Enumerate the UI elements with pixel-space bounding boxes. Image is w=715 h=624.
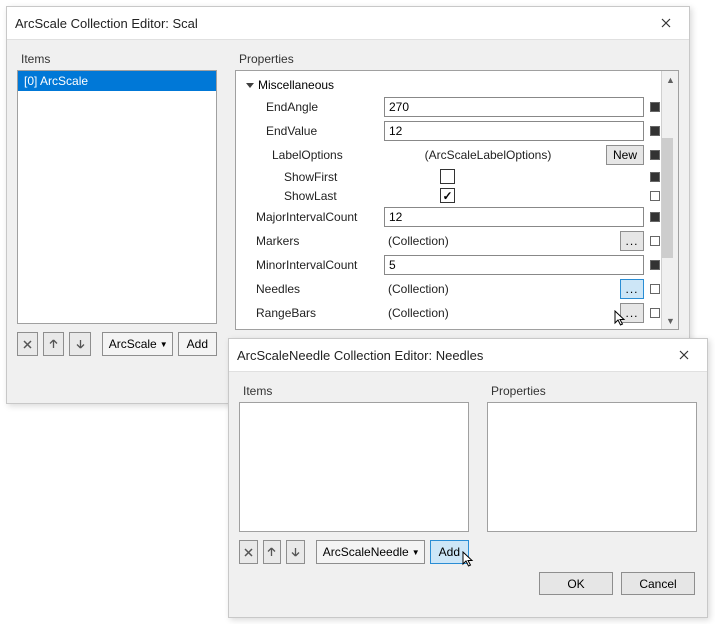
x-icon (23, 340, 32, 349)
dialog-footer: OK Cancel (229, 572, 707, 607)
showlast-checkbox[interactable] (440, 188, 455, 203)
minorinterval-input[interactable] (384, 255, 644, 275)
dialog-title: ArcScale Collection Editor: Scal (15, 16, 651, 31)
close-icon (661, 18, 671, 28)
prop-marker[interactable] (650, 260, 660, 270)
prop-showlast: ShowLast (240, 186, 660, 205)
prop-marker[interactable] (650, 150, 660, 160)
dialog-title: ArcScaleNeedle Collection Editor: Needle… (237, 348, 669, 363)
move-down-button[interactable] (69, 332, 90, 356)
items-label: Items (239, 378, 469, 402)
move-up-button[interactable] (263, 540, 282, 564)
arrow-up-icon (267, 547, 276, 557)
markers-ellipsis-button[interactable]: ... (620, 231, 644, 251)
items-list[interactable]: [0] ArcScale (17, 70, 217, 324)
close-icon (679, 350, 689, 360)
items-label: Items (17, 46, 217, 70)
arcscaleneedle-collection-editor-dialog: ArcScaleNeedle Collection Editor: Needle… (228, 338, 708, 618)
add-button[interactable]: Add (430, 540, 469, 564)
prop-marker[interactable] (650, 284, 660, 294)
prop-marker[interactable] (650, 191, 660, 201)
scroll-down-icon[interactable]: ▼ (662, 312, 679, 329)
scroll-up-icon[interactable]: ▲ (662, 71, 679, 88)
cancel-button[interactable]: Cancel (621, 572, 695, 595)
prop-marker[interactable] (650, 172, 660, 182)
properties-column: Properties ▲ ▼ Miscellaneous EndAngle (235, 46, 679, 356)
x-icon (244, 548, 253, 557)
ok-button[interactable]: OK (539, 572, 613, 595)
add-button[interactable]: Add (178, 332, 217, 356)
items-column: Items ArcScaleNeedle ▼ Add (239, 378, 469, 564)
items-toolbar: ArcScaleNeedle ▼ Add (239, 540, 469, 564)
items-toolbar: ArcScale ▼ Add (17, 332, 217, 356)
scroll-thumb[interactable] (662, 138, 673, 258)
move-down-button[interactable] (286, 540, 305, 564)
group-miscellaneous[interactable]: Miscellaneous (240, 75, 660, 95)
delete-button[interactable] (17, 332, 38, 356)
property-grid[interactable] (487, 402, 697, 532)
close-button[interactable] (651, 13, 681, 33)
properties-column: Properties (487, 378, 697, 564)
prop-majorinterval: MajorIntervalCount (240, 205, 660, 229)
prop-marker[interactable] (650, 212, 660, 222)
prop-labeloptions[interactable]: LabelOptions (ArcScaleLabelOptions) New (240, 143, 660, 167)
chevron-down-icon: ▼ (412, 548, 420, 557)
arrow-up-icon (49, 339, 58, 349)
prop-marker[interactable] (650, 102, 660, 112)
scrollbar[interactable]: ▲ ▼ (661, 71, 678, 329)
prop-markers: Markers (Collection) ... (240, 229, 660, 253)
dialog-header: ArcScale Collection Editor: Scal (7, 7, 689, 40)
dialog-header: ArcScaleNeedle Collection Editor: Needle… (229, 339, 707, 372)
chevron-down-icon: ▼ (160, 340, 168, 349)
prop-needles: Needles (Collection) ... (240, 277, 660, 301)
prop-minorinterval: MinorIntervalCount (240, 253, 660, 277)
prop-marker[interactable] (650, 236, 660, 246)
type-dropdown[interactable]: ArcScaleNeedle ▼ (316, 540, 425, 564)
prop-rangebars: RangeBars (Collection) ... (240, 301, 660, 325)
prop-endvalue: EndValue (240, 119, 660, 143)
delete-button[interactable] (239, 540, 258, 564)
arrow-down-icon (291, 547, 300, 557)
property-content: Miscellaneous EndAngle EndValue (236, 71, 678, 329)
majorinterval-input[interactable] (384, 207, 644, 227)
rangebars-ellipsis-button[interactable]: ... (620, 303, 644, 323)
prop-showfirst: ShowFirst (240, 167, 660, 186)
dropdown-label: ArcScaleNeedle (323, 545, 409, 559)
property-grid[interactable]: ▲ ▼ Miscellaneous EndAngle (235, 70, 679, 330)
prop-marker[interactable] (650, 308, 660, 318)
endvalue-input[interactable] (384, 121, 644, 141)
new-button[interactable]: New (606, 145, 644, 165)
dropdown-label: ArcScale (109, 337, 157, 351)
properties-label: Properties (235, 46, 679, 70)
prop-endangle: EndAngle (240, 95, 660, 119)
endangle-input[interactable] (384, 97, 644, 117)
items-list[interactable] (239, 402, 469, 532)
arrow-down-icon (76, 339, 85, 349)
move-up-button[interactable] (43, 332, 64, 356)
close-button[interactable] (669, 345, 699, 365)
showfirst-checkbox[interactable] (440, 169, 455, 184)
prop-marker[interactable] (650, 126, 660, 136)
type-dropdown[interactable]: ArcScale ▼ (102, 332, 173, 356)
properties-label: Properties (487, 378, 697, 402)
items-column: Items [0] ArcScale ArcScale ▼ (17, 46, 217, 356)
item-arcscale-0[interactable]: [0] ArcScale (18, 71, 216, 91)
needles-ellipsis-button[interactable]: ... (620, 279, 644, 299)
expander-icon (246, 83, 254, 88)
